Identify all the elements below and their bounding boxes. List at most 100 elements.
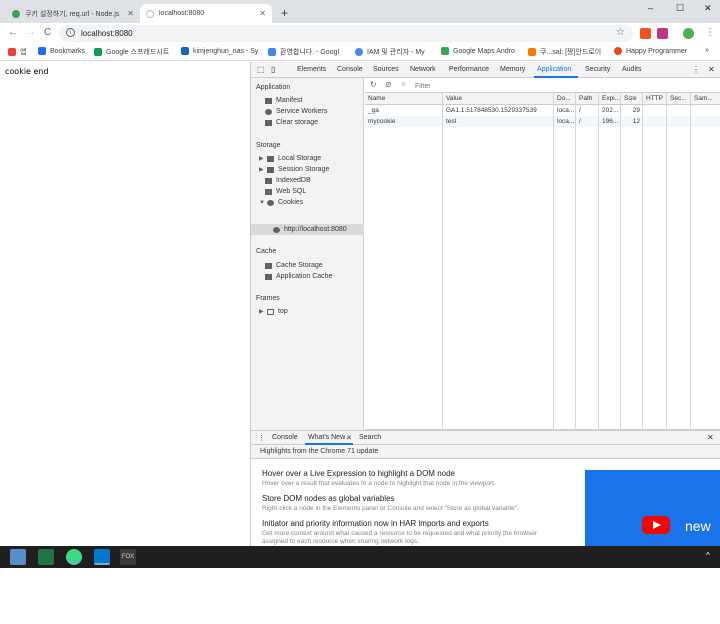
delete-selected-icon[interactable]: ✕ <box>400 80 407 89</box>
tab-elements[interactable]: Elements <box>297 66 326 73</box>
column-header-http[interactable]: HTTP <box>643 93 667 105</box>
extension-icon[interactable] <box>640 28 651 39</box>
maximize-button[interactable]: ☐ <box>676 3 684 14</box>
sidebar-item-service-workers[interactable]: Service Workers <box>265 108 327 115</box>
filter-input[interactable] <box>415 81 515 91</box>
column-header-path[interactable]: Path <box>576 93 599 105</box>
collapse-arrow-icon[interactable]: ▼ <box>259 200 265 206</box>
drawer-tab-whats-new[interactable]: What's New <box>308 434 345 441</box>
bookmark-sheets[interactable]: Google 스프레드시트 <box>94 47 169 57</box>
sidebar-item-session-storage[interactable]: ▶ Session Storage <box>259 166 329 173</box>
bookmark-blogger[interactable]: 쿠...sal: [짱]안드로이 <box>528 47 601 57</box>
expand-arrow-icon[interactable]: ▶ <box>259 308 264 315</box>
bookmarks-overflow-button[interactable]: » <box>705 47 709 54</box>
whats-new-item-title[interactable]: Hover over a Live Expression to highligh… <box>262 469 455 478</box>
fox-icon[interactable]: FOX <box>120 549 136 565</box>
expand-arrow-icon[interactable]: ▶ <box>259 166 264 173</box>
close-devtools-icon[interactable]: ✕ <box>708 65 715 74</box>
instagram-icon[interactable] <box>657 28 668 39</box>
column-header-samesite[interactable]: Sam... <box>691 93 720 105</box>
new-tab-button[interactable]: + <box>281 6 288 20</box>
column-header-size[interactable]: Size <box>621 93 643 105</box>
column-header-name[interactable]: Name <box>365 93 443 105</box>
column-divider[interactable] <box>620 93 621 430</box>
android-studio-icon[interactable] <box>66 549 82 565</box>
bookmark-apps[interactable]: 앱 <box>8 47 26 57</box>
column-header-secure[interactable]: Sec... <box>667 93 691 105</box>
column-header-value[interactable]: Value <box>443 93 554 105</box>
address-bar[interactable]: i localhost:8080 ☆ <box>59 25 633 42</box>
vscode-icon[interactable] <box>94 549 110 565</box>
column-divider[interactable] <box>553 93 554 430</box>
sidebar-item-indexeddb[interactable]: IndexedDB <box>265 177 311 184</box>
sidebar-item-application-cache[interactable]: Application Cache <box>265 273 332 280</box>
whats-new-item-desc: Right-click a node in the Elements panel… <box>262 505 519 512</box>
tab-application[interactable]: Application <box>537 66 571 73</box>
bookmark-iam[interactable]: IAM 및 관리자 - My <box>355 47 425 57</box>
column-header-expires[interactable]: Expi... <box>599 93 621 105</box>
inspect-element-icon[interactable]: ⬚ <box>257 65 265 74</box>
tray-chevron-icon[interactable]: ^ <box>706 551 716 561</box>
bookmark-bookmarks[interactable]: Bookmarks <box>38 47 85 55</box>
expand-arrow-icon[interactable]: ▶ <box>259 155 264 162</box>
tab-security[interactable]: Security <box>585 66 610 73</box>
device-toolbar-icon[interactable]: ▯ <box>271 65 275 74</box>
refresh-icon[interactable]: ↻ <box>370 80 377 89</box>
clear-all-icon[interactable]: ⊘ <box>385 80 392 89</box>
drawer-tab-search[interactable]: Search <box>359 434 381 441</box>
sidebar-item-label: Session Storage <box>278 166 330 173</box>
files-icon[interactable] <box>10 549 26 565</box>
bookmark-gcp-welcome[interactable]: 환영합니다. - Googl <box>268 47 339 57</box>
column-divider[interactable] <box>442 93 443 430</box>
bookmark-happy-programmer[interactable]: Happy Programmer <box>614 47 687 55</box>
tab-audits[interactable]: Audits <box>622 66 641 73</box>
whats-new-item-title[interactable]: Initiator and priority information now i… <box>262 519 489 528</box>
minimize-button[interactable]: – <box>648 3 653 13</box>
close-window-button[interactable]: ✕ <box>704 3 712 14</box>
column-header-domain[interactable]: Do... <box>554 93 576 105</box>
column-divider[interactable] <box>642 93 643 430</box>
close-tab-icon[interactable]: ✕ <box>127 9 134 18</box>
bookmark-star-icon[interactable]: ☆ <box>616 27 625 38</box>
column-divider[interactable] <box>598 93 599 430</box>
sidebar-item-local-storage[interactable]: ▶ Local Storage <box>259 155 321 162</box>
sidebar-item-web-sql[interactable]: Web SQL <box>265 188 306 195</box>
sidebar-item-cookies[interactable]: ▼ Cookies <box>259 199 303 206</box>
tab-memory[interactable]: Memory <box>500 66 525 73</box>
tab-localhost[interactable]: localhost:8080 ✕ <box>140 4 272 23</box>
column-divider[interactable] <box>666 93 667 430</box>
url-text[interactable]: localhost:8080 <box>81 29 133 38</box>
youtube-play-icon[interactable] <box>642 516 670 534</box>
bookmark-label: Bookmarks <box>50 47 86 55</box>
tab-network[interactable]: Network <box>410 66 436 73</box>
drawer-tab-console[interactable]: Console <box>272 434 298 441</box>
close-tab-icon[interactable]: ✕ <box>259 9 266 18</box>
tab-cookie-tutorial[interactable]: 쿠키 설정하기, req.url - Node.js ✕ <box>6 4 140 23</box>
sidebar-item-cookie-origin[interactable]: http://localhost:8080 <box>273 226 347 233</box>
sidebar-item-manifest[interactable]: Manifest <box>265 97 302 104</box>
excel-icon[interactable] <box>38 549 54 565</box>
forward-button[interactable]: → <box>26 27 36 38</box>
close-drawer-icon[interactable]: ✕ <box>707 433 714 442</box>
tab-console[interactable]: Console <box>337 66 363 73</box>
tab-performance[interactable]: Performance <box>449 66 489 73</box>
dsm-icon <box>181 47 189 55</box>
tab-sources[interactable]: Sources <box>373 66 399 73</box>
close-whats-new-icon[interactable]: ✕ <box>346 434 352 442</box>
drawer-menu-icon[interactable]: ⋮ <box>258 434 265 442</box>
site-info-icon[interactable]: i <box>66 28 75 37</box>
column-divider[interactable] <box>690 93 691 430</box>
reload-button[interactable]: C <box>44 27 51 38</box>
devtools-menu-icon[interactable]: ⋮ <box>692 65 700 74</box>
bookmark-nas[interactable]: kimjenghun_nas - Sy <box>181 47 258 55</box>
sidebar-item-frame-top[interactable]: ▶ top <box>259 308 288 315</box>
chrome-menu-icon[interactable]: ⋮ <box>705 27 715 38</box>
column-divider[interactable] <box>575 93 576 430</box>
profile-avatar[interactable] <box>683 28 694 39</box>
whats-new-item-title[interactable]: Store DOM nodes as global variables <box>262 494 395 503</box>
sidebar-item-clear-storage[interactable]: Clear storage <box>265 119 318 126</box>
sidebar-item-cache-storage[interactable]: Cache Storage <box>265 262 323 269</box>
back-button[interactable]: ← <box>8 27 18 38</box>
bookmark-maps-android[interactable]: Google Maps Andro <box>441 47 515 55</box>
whats-new-video-thumbnail[interactable]: new <box>585 470 720 547</box>
